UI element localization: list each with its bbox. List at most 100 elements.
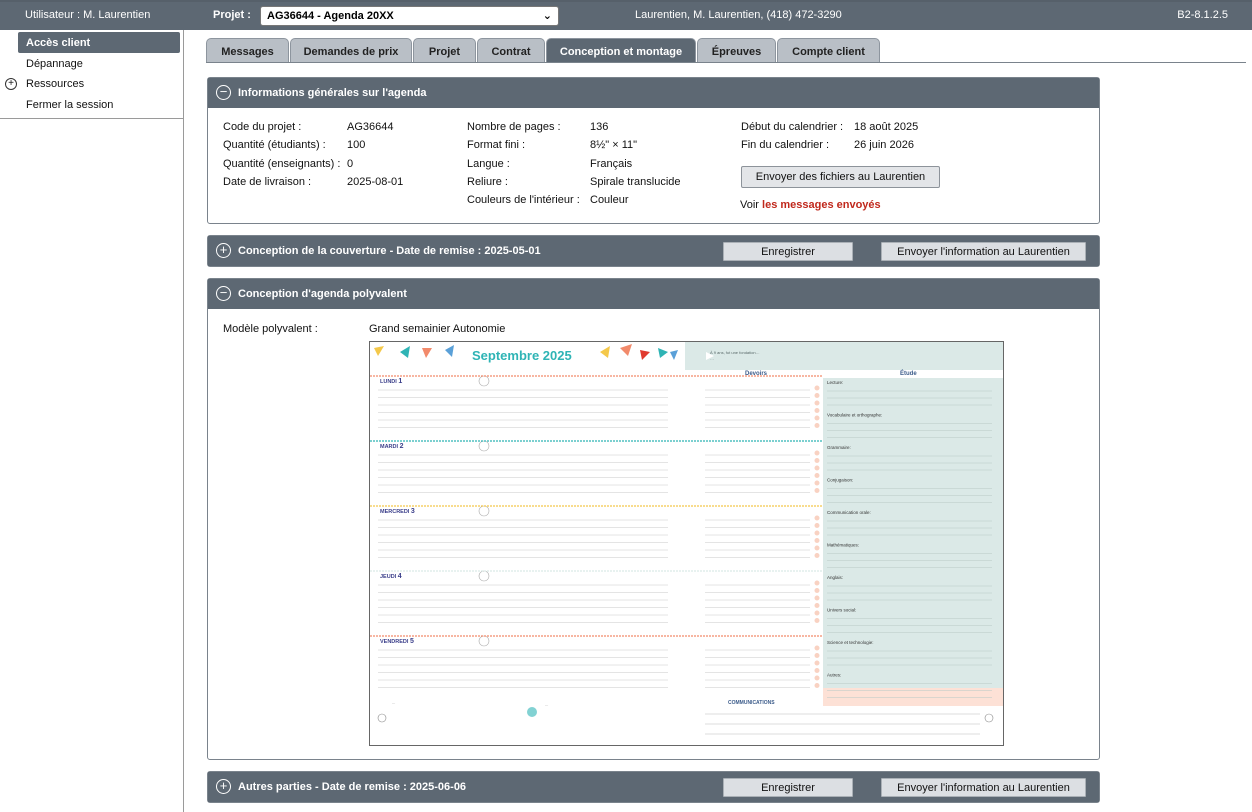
panel-title: Conception d'agenda polyvalent [238, 288, 407, 300]
send-info-button[interactable]: Envoyer l'information au Laurentien [881, 778, 1086, 797]
expand-plus-icon[interactable]: + [216, 779, 231, 794]
send-files-button[interactable]: Envoyer des fichiers au Laurentien [741, 166, 940, 188]
field-value: 136 [590, 121, 609, 133]
tab-demandes-de-prix[interactable]: Demandes de prix [290, 38, 412, 63]
user-label: Utilisateur : M. Laurentien [25, 9, 151, 21]
preview-day-number: 4 [398, 573, 402, 580]
preview-etude-header: Étude [900, 369, 917, 377]
tab-epreuves[interactable]: Épreuves [697, 38, 776, 63]
preview-check-circle [814, 645, 820, 651]
field-value: 100 [347, 139, 366, 151]
panel-autres-parties: + Autres parties - Date de remise : 2025… [207, 771, 1100, 803]
svg-text:…: … [392, 701, 396, 705]
preview-days-group: LUNDI 1 MARDI 2 MERCREDI 3 JEUDI 4 VENDREDI … [380, 375, 490, 647]
send-info-button[interactable]: Envoyer l'information au Laurentien [881, 242, 1086, 261]
preview-day-label: LUNDI 1 [380, 378, 402, 385]
field-label: Code du projet : [223, 121, 302, 133]
preview-day-number: 5 [410, 638, 414, 645]
preview-lines-group [370, 375, 823, 688]
preview-check-circle [814, 415, 820, 421]
preview-check-circle [814, 538, 820, 543]
preview-check-circle [814, 515, 820, 521]
field-value: 2025-08-01 [347, 176, 404, 188]
tab-projet[interactable]: Projet [413, 38, 476, 63]
expand-plus-icon[interactable]: + [5, 78, 17, 90]
panel-title: Informations générales sur l'agenda [238, 87, 427, 99]
field-value: AG36644 [347, 121, 394, 133]
field-label: Début du calendrier : [741, 121, 844, 133]
panel-cover: + Conception de la couverture - Date de … [207, 235, 1100, 267]
agenda-preview-image: Septembre 2025 À 9 ans, fut une fondatio… [369, 341, 1004, 746]
preview-subject-label: Conjugaison: [827, 478, 853, 483]
top-accent-strip [0, 0, 1252, 2]
preview-check-circle [814, 653, 820, 658]
preview-check-circle [814, 580, 820, 586]
preview-month-title: Septembre 2025 [472, 348, 572, 363]
panel-header[interactable]: + Autres parties - Date de remise : 2025… [208, 772, 1099, 802]
sidebar-item-depannage[interactable]: Dépannage [26, 58, 83, 76]
field-value: 0 [347, 158, 354, 170]
preview-check-circle [814, 610, 820, 616]
panel-info-generales: − Informations générales sur l'agenda Co… [207, 77, 1100, 224]
tab-compte-client[interactable]: Compte client [777, 38, 880, 63]
field-label: Fin du calendrier : [741, 139, 830, 151]
panel-header[interactable]: − Conception d'agenda polyvalent [208, 279, 1099, 309]
tab-underline [206, 62, 1246, 63]
top-bar: Utilisateur : M. Laurentien Projet : AG3… [0, 0, 1252, 30]
field-value: Français [590, 158, 633, 170]
save-button[interactable]: Enregistrer [723, 242, 853, 261]
collapse-minus-icon[interactable]: − [216, 85, 231, 100]
field-label: Quantité (étudiants) : [223, 139, 326, 151]
field-value: 18 août 2025 [854, 121, 919, 133]
field-label: Format fini : [467, 139, 526, 151]
project-select-value: AG36644 - Agenda 20XX [267, 10, 394, 22]
preview-day-number: 3 [411, 508, 415, 515]
preview-check-circle [814, 473, 820, 478]
expand-plus-icon[interactable]: + [216, 243, 231, 258]
preview-subject-label: Anglais: [827, 575, 843, 580]
sent-messages-link[interactable]: les messages envoyés [762, 199, 881, 211]
field-label: Date de livraison : [223, 176, 312, 188]
preview-day-number: 2 [400, 443, 404, 450]
panel-title: Conception de la couverture - Date de re… [238, 245, 541, 257]
preview-subject-label: Grammaire: [827, 445, 851, 450]
field-value: Couleur [590, 194, 629, 206]
tab-contrat[interactable]: Contrat [477, 38, 545, 63]
preview-check-circle [814, 458, 820, 463]
preview-subject-label: Mathématiques: [827, 543, 859, 548]
field-label: Quantité (enseignants) : [223, 158, 341, 170]
model-value: Grand semainier Autonomie [369, 323, 506, 335]
project-label: Projet : [213, 9, 251, 21]
sidebar-item-fermer-session[interactable]: Fermer la session [26, 99, 113, 117]
field-label: Nombre de pages : [467, 121, 561, 133]
preview-day-circle [478, 505, 490, 517]
contact-info: Laurentien, M. Laurentien, (418) 472-329… [635, 9, 842, 21]
preview-check-circle [814, 668, 820, 673]
preview-subject-label: Lecture: [827, 380, 843, 385]
preview-subject-label: Communication orale: [827, 510, 871, 515]
chevron-down-icon: ⌄ [542, 10, 552, 22]
sidebar-item-acces-client[interactable]: Accès client [18, 32, 180, 53]
collapse-minus-icon[interactable]: − [216, 286, 231, 301]
field-label: Reliure : [467, 176, 508, 188]
preview-check-circle [814, 393, 820, 398]
save-button[interactable]: Enregistrer [723, 778, 853, 797]
tab-messages[interactable]: Messages [206, 38, 289, 63]
preview-check-circle [814, 545, 820, 551]
preview-check-circle [814, 450, 820, 456]
preview-day-number: 1 [398, 378, 402, 385]
panel-header[interactable]: − Informations générales sur l'agenda [208, 78, 1099, 108]
preview-day-circle [478, 375, 490, 387]
preview-day-circle [478, 440, 490, 452]
panel-polyvalent: − Conception d'agenda polyvalent Modèle … [207, 278, 1100, 760]
sidebar-item-ressources[interactable]: Ressources [26, 78, 84, 96]
panel-header[interactable]: + Conception de la couverture - Date de … [208, 236, 1099, 266]
preview-check-circle [814, 683, 820, 688]
preview-subject-label: Univers social: [827, 608, 856, 613]
project-select[interactable]: AG36644 - Agenda 20XX ⌄ [260, 6, 559, 26]
preview-day-circle [478, 635, 490, 647]
preview-check-circle [814, 553, 820, 558]
preview-header-note [685, 342, 1003, 370]
preview-check-circle [814, 385, 820, 391]
tab-conception-et-montage[interactable]: Conception et montage [546, 38, 696, 63]
